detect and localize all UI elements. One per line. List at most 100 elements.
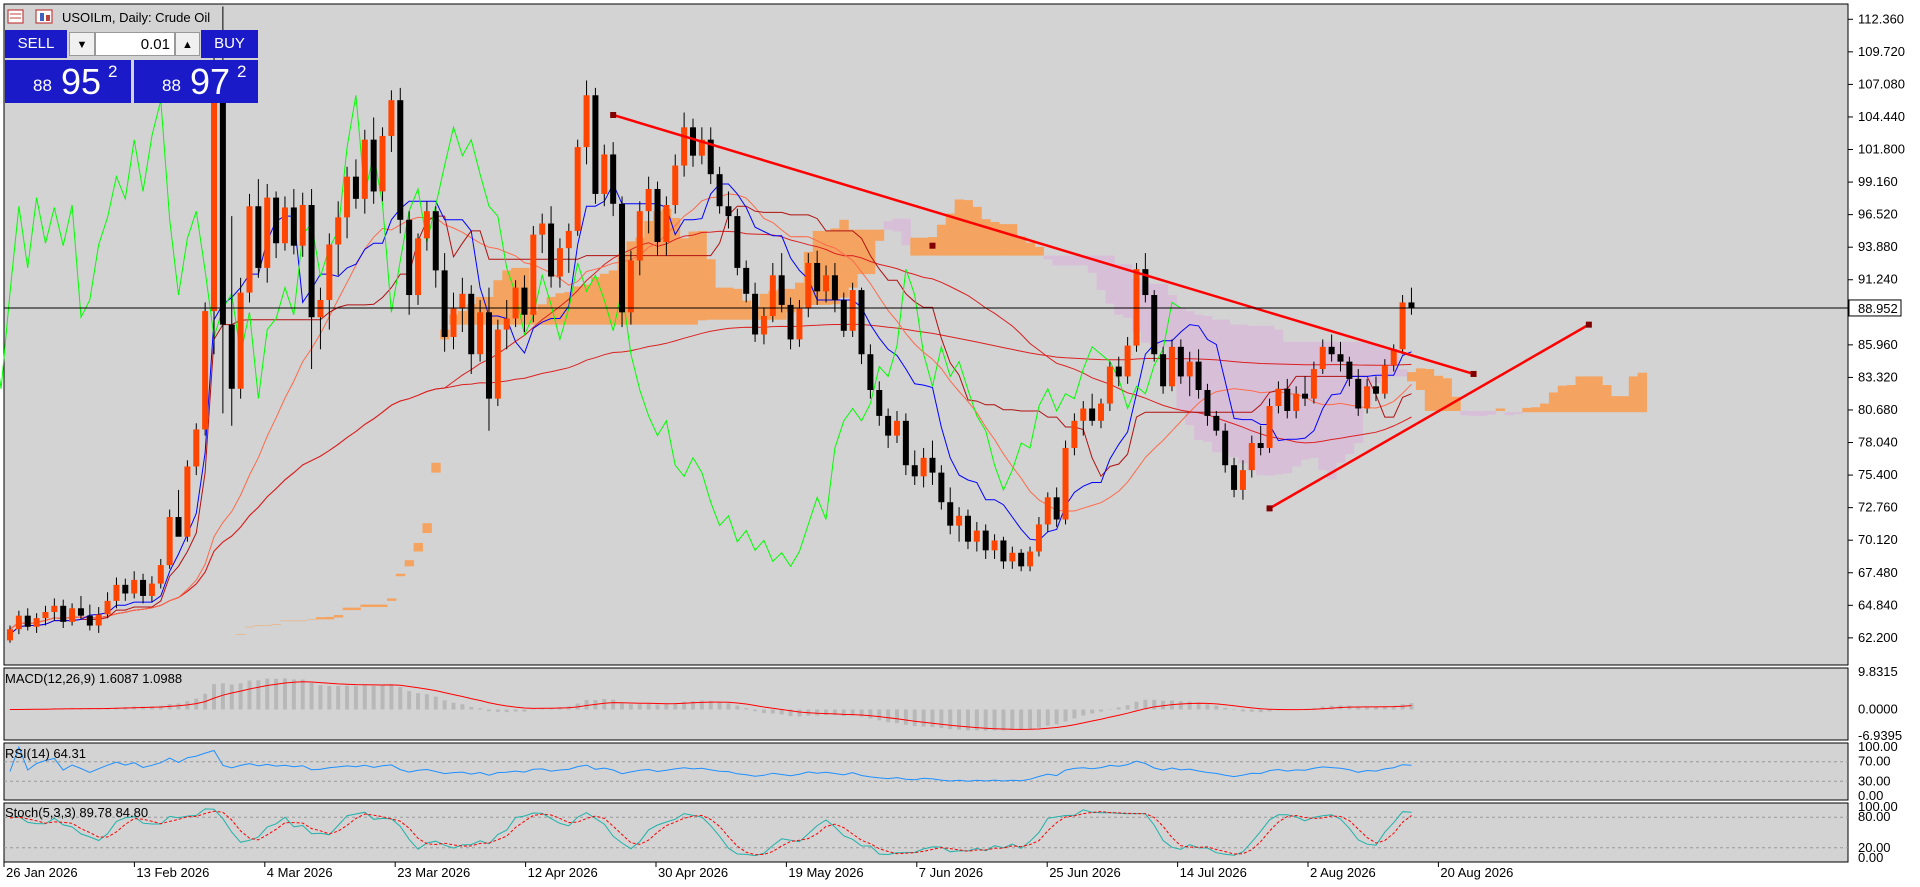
candle-body [1364, 386, 1371, 409]
macd-histogram-bar [469, 707, 474, 710]
candle-body [361, 139, 368, 199]
candle-body [973, 530, 980, 542]
ask-price-button[interactable]: 88 97 2 [134, 60, 258, 103]
price-tick-label: 112.360 [1858, 11, 1904, 26]
candle-body [823, 275, 830, 292]
candle-body [1204, 389, 1211, 416]
candle-body [317, 299, 324, 318]
ichimoku-cloud-segment [422, 523, 432, 534]
macd-histogram-bar [451, 702, 456, 710]
macd-histogram-bar [442, 700, 447, 710]
candle-body [956, 515, 963, 526]
candle-body [565, 230, 572, 249]
chart-window-icon[interactable] [35, 9, 53, 24]
ichimoku-cloud-segment [1611, 396, 1621, 413]
ichimoku-cloud-segment [1575, 376, 1585, 413]
sell-button[interactable]: SELL [5, 30, 67, 58]
lot-increase-button[interactable]: ▲ [175, 32, 200, 56]
ichimoku-cloud-segment [839, 219, 849, 298]
macd-histogram-bar [877, 709, 882, 721]
candle-body [42, 611, 49, 619]
lot-size-input[interactable] [95, 32, 175, 56]
macd-histogram-bar [602, 699, 607, 710]
candle-body [654, 188, 661, 243]
ichimoku-cloud-segment [919, 237, 929, 256]
candle [246, 193, 253, 303]
macd-histogram-bar [1152, 699, 1157, 710]
ichimoku-cloud-segment [351, 607, 361, 611]
ichimoku-cloud-segment [1469, 410, 1479, 416]
chart-list-icon[interactable] [7, 9, 24, 24]
candle-body [335, 217, 342, 245]
candle [264, 184, 271, 283]
candle-body [663, 205, 670, 243]
candle-body [556, 248, 563, 277]
ichimoku-cloud-segment [901, 218, 911, 246]
macd-histogram-bar [256, 680, 261, 710]
macd-histogram-bar [1187, 701, 1192, 710]
macd-histogram-bar [416, 693, 421, 710]
candle-body [539, 223, 546, 235]
price-tick-label: 67.480 [1858, 565, 1898, 580]
candle-body [1372, 386, 1379, 394]
chart-canvas[interactable]: 112.360 109.720 107.080 104.440 101.800 99.16… [0, 0, 1920, 887]
price-tick-label: 62.200 [1858, 630, 1898, 645]
macd-histogram-bar [1010, 709, 1015, 731]
macd-histogram-bar [327, 685, 332, 710]
lot-decrease-button[interactable]: ▼ [69, 32, 95, 56]
bid-price-main: 95 [61, 61, 102, 102]
trendline-anchor [1266, 505, 1273, 512]
ichimoku-cloud-segment [1566, 385, 1577, 413]
macd-histogram-bar [886, 709, 891, 723]
macd-histogram-bar [1001, 709, 1006, 731]
candle-body [610, 154, 617, 204]
bid-price-button[interactable]: 88 95 2 [5, 60, 131, 103]
macd-histogram-bar [983, 709, 988, 731]
candle-body [503, 318, 510, 330]
candle [574, 139, 581, 236]
price-panel[interactable] [0, 3, 1849, 666]
price-tick-label: 78.040 [1858, 435, 1898, 450]
stoch-tick-label: 80.00 [1858, 809, 1891, 824]
ichimoku-cloud-segment [688, 231, 698, 325]
macd-tick-label: 0.0000 [1858, 702, 1898, 717]
candle-body [370, 139, 377, 192]
macd-histogram-bar [646, 703, 651, 710]
buy-button[interactable]: BUY [201, 30, 258, 58]
candle-body [902, 420, 909, 466]
ichimoku-cloud-segment [1513, 412, 1523, 415]
rsi-panel[interactable] [3, 742, 1849, 801]
stoch-panel[interactable] [3, 802, 1849, 863]
ichimoku-cloud-segment [1415, 368, 1426, 390]
macd-histogram-bar [1400, 704, 1405, 710]
candle-body [636, 211, 643, 261]
ichimoku-cloud-segment [1495, 408, 1506, 411]
candle-body [15, 615, 22, 630]
macd-histogram-bar [921, 709, 926, 727]
candle-body [1239, 470, 1246, 490]
candle-body [938, 472, 945, 503]
macd-panel[interactable] [3, 667, 1849, 741]
candle-body [805, 262, 812, 309]
ichimoku-cloud-segment [360, 604, 370, 608]
macd-histogram-bar [1019, 709, 1024, 730]
candle-body [95, 614, 102, 626]
candle-body [1133, 269, 1140, 346]
price-tick-label: 72.760 [1858, 500, 1898, 515]
ichimoku-cloud-segment [892, 218, 902, 232]
candle-body [1160, 354, 1167, 387]
candle-body [423, 211, 430, 239]
candle-body [1062, 447, 1069, 520]
ichimoku-cloud-segment [1052, 255, 1062, 266]
price-tick-label: 101.800 [1858, 142, 1905, 157]
candle-body [947, 502, 954, 526]
candle-body [521, 287, 528, 315]
ichimoku-cloud-segment [644, 221, 654, 325]
ichimoku-cloud-segment [1433, 375, 1444, 411]
candle [415, 233, 422, 305]
price-tick-label: 107.080 [1858, 76, 1905, 91]
ichimoku-cloud-segment [245, 626, 255, 628]
macd-histogram-bar [1081, 709, 1086, 716]
ichimoku-cloud-segment [883, 221, 894, 230]
candle-body [113, 584, 120, 601]
